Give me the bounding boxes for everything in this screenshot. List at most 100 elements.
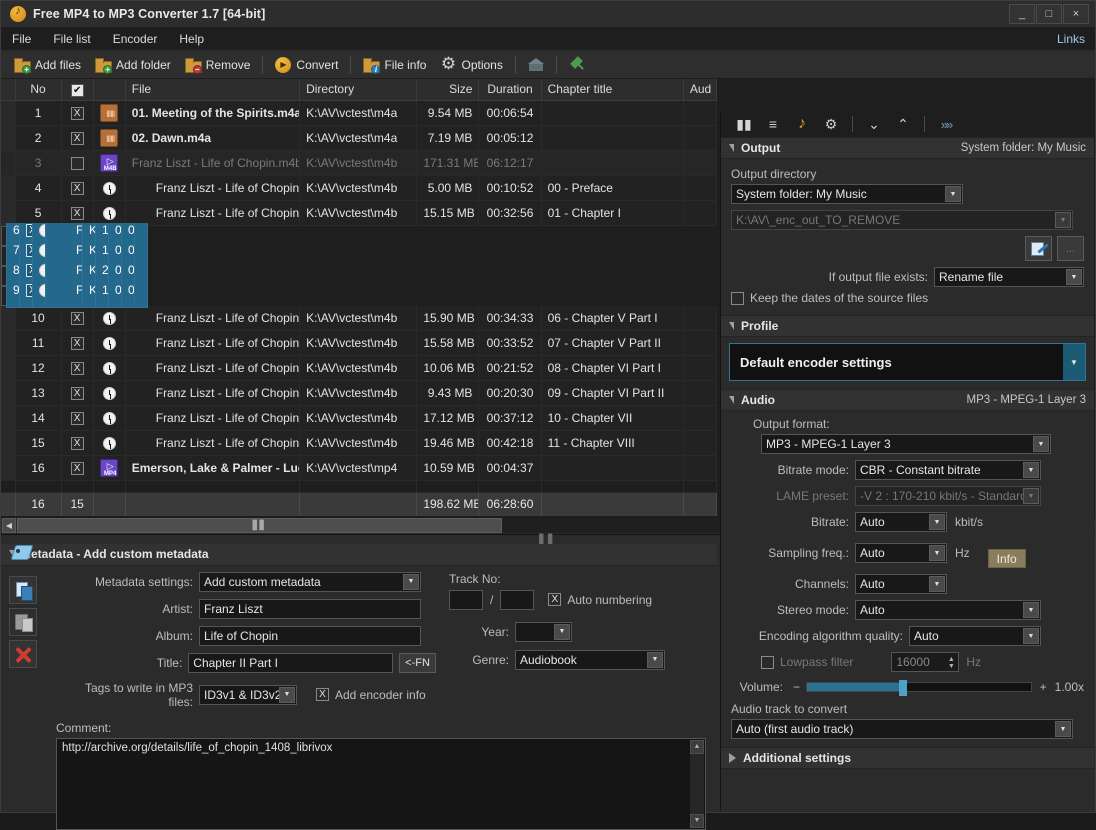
row-checkbox-cell[interactable]: X (61, 175, 94, 201)
output-format-select[interactable]: MP3 - MPEG-1 Layer 3 ▼ (761, 434, 1051, 454)
volume-slider-handle[interactable] (898, 680, 907, 696)
stepper-arrows-icon[interactable]: ▲ ▼ (946, 655, 956, 671)
row-checkbox-cell[interactable]: X (61, 200, 94, 226)
chevron-down-icon[interactable]: ▼ (1023, 628, 1039, 644)
audio-track-select[interactable]: Auto (first audio track) ▼ (731, 719, 1073, 739)
row-checkbox[interactable]: X (70, 437, 84, 451)
comment-scrollbar[interactable]: ▲ ▼ (690, 739, 704, 828)
chevron-down-icon[interactable]: ▼ (647, 651, 663, 668)
table-row[interactable]: 5X Franz Liszt - Life of Chopin.m4bK:\AV\… (1, 200, 718, 226)
minimize-button[interactable]: _ (1009, 4, 1035, 24)
output-section-header[interactable]: Output System folder: My Music (721, 137, 1094, 159)
table-row[interactable]: 15 X Franz Liszt - Life of Chopin.m4bK:\AV… (1, 430, 718, 456)
music-note-icon[interactable]: ♪ (789, 113, 815, 135)
col-chapter-title[interactable]: Chapter title (541, 79, 684, 101)
paste-metadata-button[interactable] (9, 607, 37, 636)
row-checkbox-cell[interactable] (61, 150, 94, 176)
table-row[interactable]: 2X 02. Dawn.m4aK:\AV\vctest\m4a7.19 MB00:… (1, 125, 718, 151)
row-checkbox-cell[interactable]: X (61, 380, 94, 406)
volume-slider[interactable] (806, 680, 1032, 696)
scroll-left-arrow[interactable]: ◀ (2, 518, 16, 533)
home-button[interactable] (521, 53, 551, 77)
folder-icon[interactable]: ▮▮ (731, 113, 757, 135)
table-row[interactable]: 12 X Franz Liszt - Life of Chopin.m4bK:\AV… (1, 355, 718, 381)
chevron-down-icon[interactable]: ▼ (1033, 436, 1049, 452)
col-duration[interactable]: Duration (478, 79, 542, 101)
chevron-down-icon[interactable]: ▼ (1063, 344, 1085, 380)
row-checkbox-cell[interactable]: X (61, 100, 94, 126)
row-checkbox[interactable]: X (26, 284, 32, 298)
row-checkbox-cell[interactable]: X (61, 305, 94, 331)
expand-all-icon[interactable]: »» (933, 113, 959, 135)
chevron-up-icon[interactable]: ⌃ (890, 113, 916, 135)
row-checkbox[interactable]: X (70, 311, 84, 325)
row-checkbox-cell[interactable]: X (61, 125, 94, 151)
stereo-mode-select[interactable]: Auto ▼ (855, 600, 1041, 620)
gear-icon[interactable]: ⚙ (818, 113, 844, 135)
chevron-down-icon[interactable]: ▼ (1066, 269, 1082, 285)
row-checkbox-cell[interactable]: X (61, 330, 94, 356)
options-button[interactable]: Options (433, 53, 509, 77)
table-row[interactable]: 3 Franz Liszt - Life of Chopin.m4bK:\AV\… (1, 150, 718, 176)
lame-preset-select[interactable]: -V 2 : 170-210 kbit/s - Standard ▼ (855, 486, 1041, 506)
lowpass-filter-checkbox[interactable] (761, 655, 774, 669)
track-no-field[interactable] (449, 589, 483, 610)
document-icon[interactable]: ≡ (760, 113, 786, 135)
volume-plus-button[interactable]: + (1040, 680, 1047, 694)
remove-button[interactable]: − Remove (178, 53, 258, 77)
tags-select[interactable]: ID3v1 & ID3v2 ▼ (199, 684, 297, 705)
keep-dates-checkbox[interactable] (731, 291, 744, 305)
chevron-down-icon[interactable]: ▼ (929, 576, 945, 592)
table-row[interactable]: 16 X Emerson, Lake & Palmer - Lucky Ma...K… (1, 455, 718, 481)
row-checkbox[interactable]: X (70, 412, 84, 426)
year-select[interactable]: ▼ (515, 621, 572, 642)
close-button[interactable]: × (1063, 4, 1089, 24)
chevron-down-icon[interactable]: ▼ (1023, 602, 1039, 618)
row-checkbox-cell[interactable]: X (61, 455, 94, 481)
chevron-down-icon[interactable]: ▼ (929, 545, 945, 561)
convert-button[interactable]: Convert (268, 53, 345, 77)
add-folder-button[interactable]: + Add folder (88, 53, 178, 77)
artist-field[interactable]: Franz Liszt (199, 598, 421, 619)
copy-metadata-button[interactable] (9, 575, 37, 604)
track-total-field[interactable] (500, 589, 535, 610)
lowpass-frequency-stepper[interactable]: 16000 ▲ ▼ (891, 652, 960, 672)
menu-encoder[interactable]: Encoder (102, 28, 169, 51)
title-field[interactable]: Chapter II Part I (188, 652, 394, 673)
col-audio[interactable]: Aud (683, 79, 718, 101)
row-checkbox[interactable] (70, 156, 84, 170)
chevron-down-icon[interactable]: ▼ (1055, 721, 1071, 737)
chevron-down-icon[interactable]: ▼ (1023, 462, 1039, 478)
add-encoder-info-checkbox[interactable]: X (316, 688, 329, 701)
row-checkbox-cell[interactable]: X (61, 405, 94, 431)
channels-select[interactable]: Auto ▼ (855, 574, 947, 594)
row-checkbox[interactable]: X (70, 206, 84, 220)
menu-file-list[interactable]: File list (42, 28, 101, 51)
output-path-select[interactable]: K:\AV\_enc_out_TO_REMOVE ▼ (731, 210, 1073, 230)
row-checkbox-cell[interactable]: X (20, 283, 33, 308)
profile-select[interactable]: Default encoder settings ▼ (729, 343, 1086, 381)
chevron-down-icon[interactable]: ▼ (929, 514, 945, 530)
row-checkbox[interactable]: X (70, 387, 84, 401)
browse-button[interactable]: ... (1057, 236, 1084, 261)
table-row[interactable]: 14 X Franz Liszt - Life of Chopin.m4bK:\AV… (1, 405, 718, 431)
menu-help[interactable]: Help (168, 28, 215, 51)
scroll-up-arrow[interactable]: ▲ (690, 739, 704, 754)
chevron-down-icon[interactable]: ▼ (403, 573, 419, 590)
select-all-checkbox[interactable]: ✔ (70, 83, 84, 97)
metadata-settings-select[interactable]: Add custom metadata ▼ (199, 571, 421, 592)
genre-select[interactable]: Audiobook ▼ (515, 649, 665, 670)
chevron-down-icon[interactable]: ⌄ (861, 113, 887, 135)
table-row[interactable]: 10 X Franz Liszt - Life of Chopin.m4bK:\AV… (1, 305, 718, 331)
row-checkbox[interactable]: X (26, 244, 32, 258)
chevron-down-icon[interactable]: ▼ (1055, 212, 1071, 228)
row-checkbox[interactable]: X (70, 106, 84, 120)
table-row[interactable]: 13 X Franz Liszt - Life of Chopin.m4bK:\AV… (1, 380, 718, 406)
sampling-freq-select[interactable]: Auto ▼ (855, 543, 947, 563)
col-file[interactable]: File (125, 79, 301, 101)
scroll-thumb[interactable]: ▋▋ (17, 518, 502, 533)
metadata-section-header[interactable]: Metadata - Add custom metadata (1, 543, 717, 566)
row-checkbox-cell[interactable]: X (61, 430, 94, 456)
table-row[interactable]: 1X 01. Meeting of the Spirits.m4aK:\AV\vc… (1, 100, 718, 126)
row-checkbox[interactable]: X (70, 337, 84, 351)
